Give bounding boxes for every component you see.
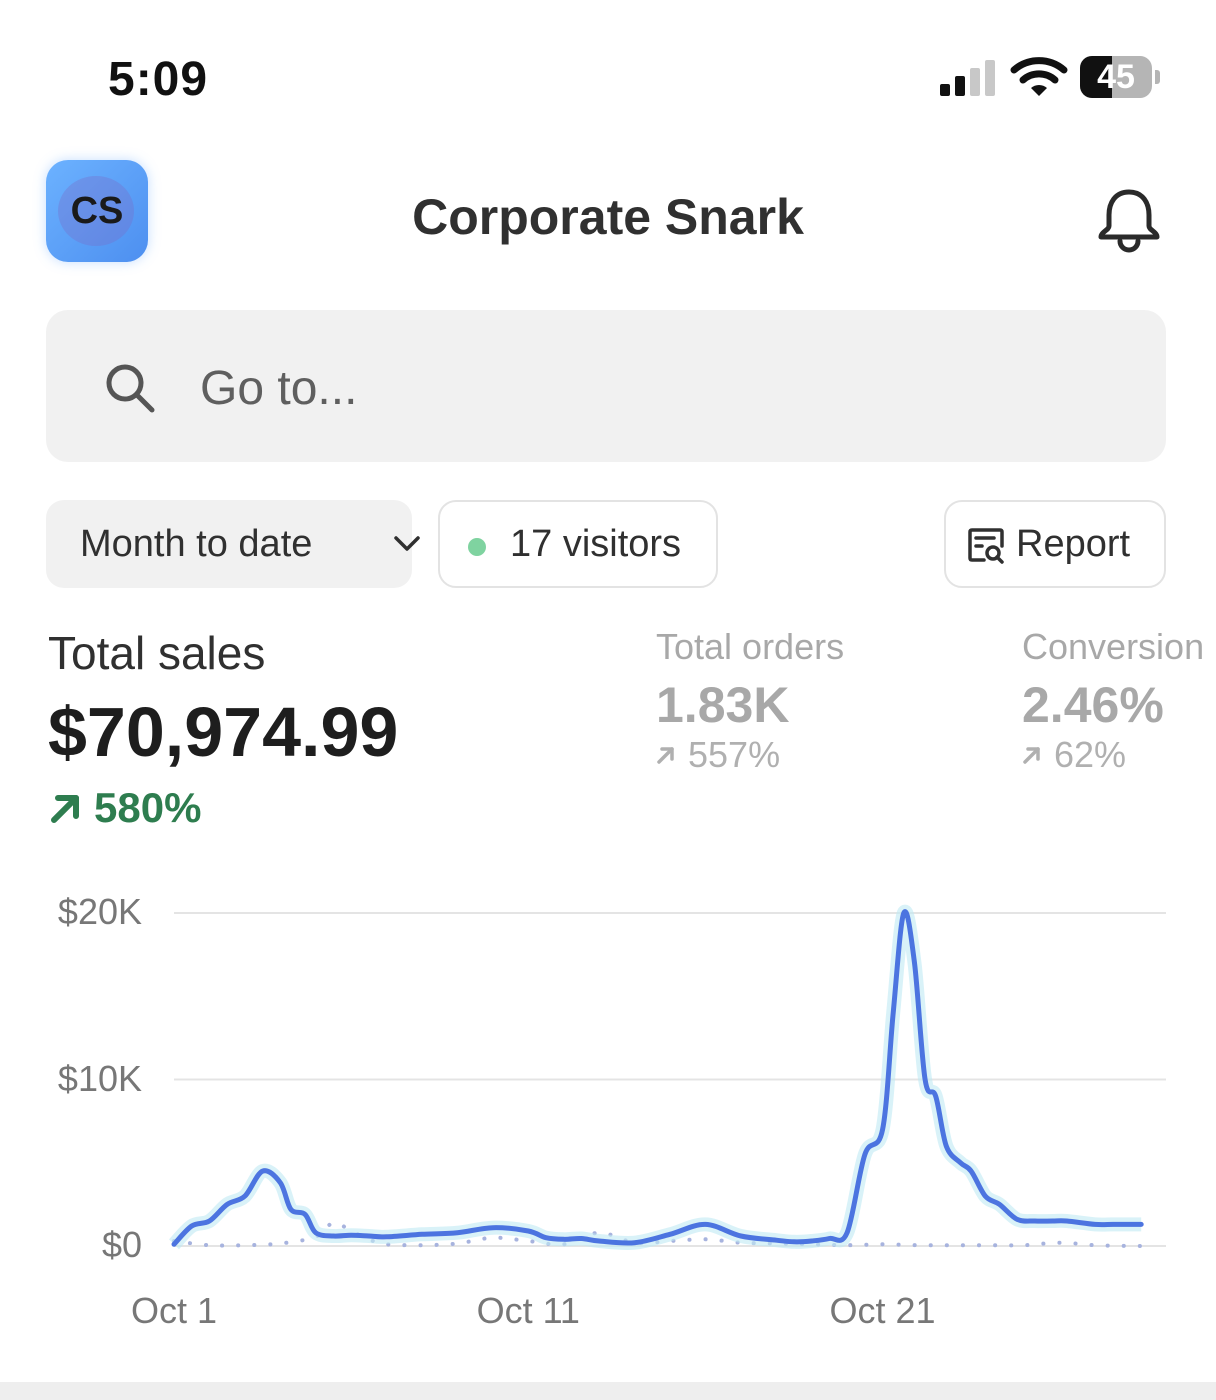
y-axis-tick-label: $20K: [57, 891, 142, 932]
trend-up-icon: [657, 747, 674, 764]
total-sales-label: Total sales: [48, 627, 266, 679]
status-time: 5:09: [108, 53, 209, 106]
x-axis-tick-label: Oct 11: [476, 1290, 580, 1331]
total-orders-value: 1.83K: [656, 677, 790, 733]
date-range-label: Month to date: [80, 522, 313, 565]
trend-up-icon: [1023, 747, 1040, 764]
cellular-signal-icon: [940, 58, 996, 96]
sales-chart-plot: [168, 904, 1166, 1250]
report-icon: [968, 528, 1004, 564]
mobile-screen: 5:09 45 CS Corporate Snark Month to date: [0, 0, 1216, 1400]
battery-cap: [1155, 70, 1160, 84]
x-axis-tick-label: Oct 1: [130, 1290, 218, 1331]
total-sales-change-value: 580%: [94, 784, 202, 831]
sales-chart[interactable]: $0 $10K $20K Oct 1 Oct 11 Oct 21: [0, 870, 1216, 1340]
conversion-change: 62%: [1022, 734, 1126, 776]
notification-bell-icon[interactable]: [1096, 186, 1162, 254]
visitors-count: 17 visitors: [510, 522, 682, 565]
sales-line-glow: [168, 904, 1142, 1250]
store-title: Corporate Snark: [412, 189, 804, 245]
total-sales-value: $70,974.99: [48, 693, 399, 771]
home-area-bar: [0, 1382, 1216, 1400]
battery-icon: 45: [1080, 56, 1152, 98]
wifi-icon: [1010, 57, 1068, 96]
y-axis-tick-label: $0: [101, 1224, 142, 1265]
battery-percentage: 45: [1097, 58, 1135, 96]
sales-line: [171, 909, 1144, 1247]
trend-up-icon: [51, 795, 79, 823]
total-orders-change-value: 557%: [688, 734, 781, 775]
live-status-dot: [468, 538, 486, 556]
search-icon: [106, 364, 155, 413]
y-axis-tick-label: $10K: [57, 1057, 142, 1099]
total-orders-label[interactable]: Total orders: [656, 626, 844, 668]
conversion-label[interactable]: Conversion: [1022, 626, 1204, 668]
report-label: Report: [1016, 522, 1131, 565]
conversion-value: 2.46%: [1022, 677, 1164, 733]
chevron-down-icon: [394, 536, 420, 551]
total-orders-change: 557%: [656, 734, 780, 776]
x-axis-tick-label: Oct 21: [829, 1290, 936, 1331]
date-range-dropdown[interactable]: Month to date: [46, 500, 420, 588]
search-input[interactable]: [200, 358, 1100, 418]
live-visitors-button[interactable]: 17 visitors: [438, 500, 718, 588]
report-button[interactable]: Report: [944, 500, 1166, 588]
conversion-change-value: 62%: [1054, 734, 1127, 775]
total-sales-change: 580%: [48, 784, 201, 832]
